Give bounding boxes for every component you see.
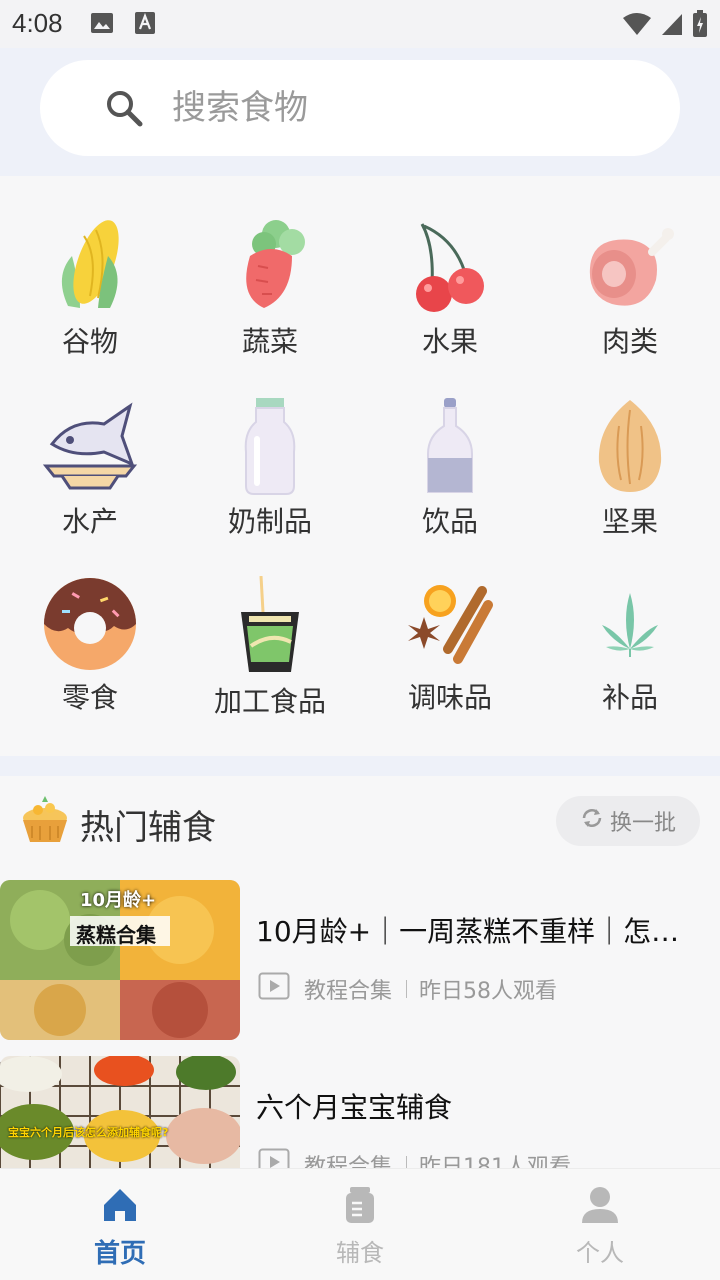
video-category: 教程合集 bbox=[304, 979, 393, 1004]
category-label: 补品 bbox=[601, 681, 658, 714]
almond-icon bbox=[580, 396, 680, 496]
category-seafood[interactable]: 水产 bbox=[0, 356, 180, 538]
corn-icon bbox=[40, 216, 140, 316]
tab-label: 个人 bbox=[576, 1239, 624, 1267]
category-vegetables[interactable]: 蔬菜 bbox=[180, 176, 360, 358]
refresh-label: 换一批 bbox=[609, 811, 676, 836]
search-icon[interactable] bbox=[104, 88, 144, 132]
video-title[interactable]: 六个月宝宝辅食 bbox=[256, 1086, 696, 1126]
category-label: 蔬菜 bbox=[241, 325, 298, 358]
hot-section-header: 热门辅食 换一批 bbox=[0, 776, 720, 866]
video-views: 昨日58人观看 bbox=[419, 979, 558, 1004]
category-label: 调味品 bbox=[407, 681, 492, 714]
spices-icon bbox=[400, 576, 500, 672]
text-notification-icon bbox=[134, 11, 156, 39]
hot-section-title: 热门辅食 bbox=[80, 808, 216, 848]
category-label: 水果 bbox=[421, 325, 478, 358]
wifi-icon bbox=[622, 12, 652, 40]
ham-icon bbox=[580, 216, 680, 316]
search-area bbox=[0, 48, 720, 176]
category-label: 饮品 bbox=[421, 505, 478, 538]
thumbnail-caption: 蒸糕合集 bbox=[76, 923, 156, 947]
video-item[interactable]: 宝宝六个月后该怎么添加辅食呢? 六个月宝宝辅食 教程合集 昨日181人观看 bbox=[0, 1056, 720, 1168]
gallery-notification-icon bbox=[90, 12, 114, 38]
category-nuts[interactable]: 坚果 bbox=[540, 356, 720, 538]
tab-profile[interactable]: 个人 bbox=[480, 1169, 720, 1280]
play-icon bbox=[258, 1148, 290, 1168]
tab-label: 首页 bbox=[93, 1239, 146, 1269]
video-item[interactable]: 10月龄+ 蒸糕合集 10月龄+｜一周蒸糕不重样｜怎么做蒸糕 教程合集 昨日58… bbox=[0, 880, 720, 1040]
search-input[interactable] bbox=[172, 82, 632, 134]
category-dairy[interactable]: 奶制品 bbox=[180, 356, 360, 538]
video-views: 昨日181人观看 bbox=[419, 1155, 572, 1168]
video-list: 10月龄+ 蒸糕合集 10月龄+｜一周蒸糕不重样｜怎么做蒸糕 教程合集 昨日58… bbox=[0, 880, 720, 1168]
person-icon bbox=[580, 1185, 620, 1229]
bottom-tab-bar: 首页 辅食 个人 bbox=[0, 1168, 720, 1280]
video-thumbnail[interactable]: 宝宝六个月后该怎么添加辅食呢? bbox=[0, 1056, 240, 1168]
battery-icon bbox=[692, 10, 708, 42]
meta-divider bbox=[406, 980, 408, 998]
home-icon bbox=[100, 1185, 140, 1229]
milk-bottle-icon bbox=[220, 396, 320, 496]
cherry-icon bbox=[400, 216, 500, 316]
category-label: 奶制品 bbox=[227, 505, 312, 538]
video-category: 教程合集 bbox=[304, 1155, 393, 1168]
category-seasonings[interactable]: 调味品 bbox=[360, 536, 540, 716]
section-divider bbox=[0, 756, 720, 776]
category-supplements[interactable]: 补品 bbox=[540, 536, 720, 716]
category-grains[interactable]: 谷物 bbox=[0, 176, 180, 358]
donut-icon bbox=[40, 576, 140, 672]
status-time: 4:08 bbox=[12, 8, 63, 38]
video-meta: 教程合集 昨日58人观看 bbox=[258, 972, 557, 1006]
search-box[interactable] bbox=[40, 60, 680, 156]
category-fruits[interactable]: 水果 bbox=[360, 176, 540, 358]
status-bar: 4:08 bbox=[0, 0, 720, 48]
play-icon bbox=[258, 972, 290, 1006]
video-meta: 教程合集 昨日181人观看 bbox=[258, 1148, 571, 1168]
category-processed-food[interactable]: 加工食品 bbox=[180, 536, 360, 718]
category-grid: 谷物 蔬菜 水果 肉类 水产 奶制品 饮品 坚果 零食 加工食品 调味品 补品 bbox=[0, 176, 720, 756]
jar-icon bbox=[340, 1185, 380, 1229]
category-meat[interactable]: 肉类 bbox=[540, 176, 720, 358]
category-label: 谷物 bbox=[61, 325, 118, 358]
drink-bottle-icon bbox=[400, 396, 500, 496]
category-snacks[interactable]: 零食 bbox=[0, 536, 180, 716]
carrot-icon bbox=[220, 216, 320, 316]
tab-home[interactable]: 首页 bbox=[0, 1169, 240, 1280]
category-drinks[interactable]: 饮品 bbox=[360, 356, 540, 538]
category-label: 水产 bbox=[61, 505, 118, 538]
signal-icon bbox=[660, 12, 684, 40]
category-label: 肉类 bbox=[601, 325, 658, 358]
category-label: 坚果 bbox=[601, 505, 658, 538]
tab-complementary-food[interactable]: 辅食 bbox=[240, 1169, 480, 1280]
category-label: 零食 bbox=[61, 681, 118, 714]
tab-label: 辅食 bbox=[336, 1239, 384, 1267]
meta-divider bbox=[406, 1156, 408, 1168]
refresh-icon bbox=[580, 806, 604, 836]
herb-icon bbox=[580, 576, 680, 672]
noodle-cup-icon bbox=[220, 576, 320, 676]
thumbnail-caption: 宝宝六个月后该怎么添加辅食呢? bbox=[8, 1126, 169, 1139]
video-title[interactable]: 10月龄+｜一周蒸糕不重样｜怎么做蒸糕 bbox=[256, 910, 696, 950]
fish-icon bbox=[40, 396, 140, 496]
thumbnail-caption-top: 10月龄+ bbox=[80, 890, 157, 911]
refresh-button[interactable]: 换一批 bbox=[556, 796, 700, 846]
dessert-bowl-icon bbox=[20, 796, 70, 850]
category-label: 加工食品 bbox=[213, 685, 326, 718]
video-thumbnail[interactable]: 10月龄+ 蒸糕合集 bbox=[0, 880, 240, 1040]
